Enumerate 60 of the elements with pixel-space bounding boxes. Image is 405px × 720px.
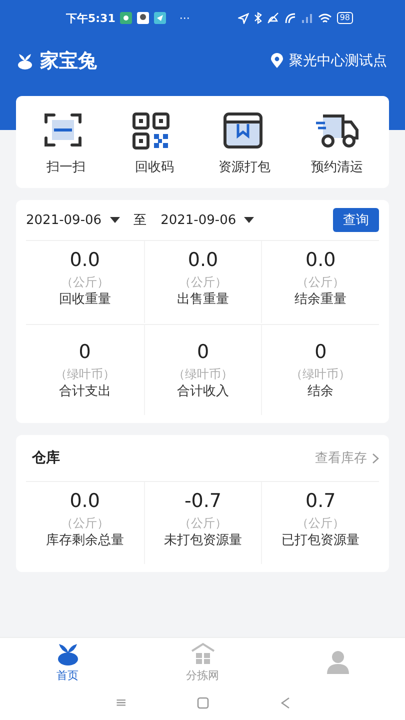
home-key-icon: [197, 697, 210, 709]
query-button[interactable]: 查询: [333, 208, 379, 232]
date-dropdown[interactable]: 2021-09-06: [160, 212, 254, 228]
stat-unit: （公斤）: [60, 515, 109, 532]
sprout-logo-icon: [16, 52, 34, 70]
status-more: ···: [179, 12, 190, 24]
signal-icon: [300, 13, 313, 23]
shortcut-button[interactable]: 资源打包: [218, 110, 271, 176]
stat-unit: （公斤）: [296, 274, 345, 291]
stat-label: 结余重量: [294, 291, 347, 309]
dropdown-caret-icon: [110, 217, 120, 223]
app-title: 家宝兔: [40, 49, 97, 74]
stat-value: 0.0: [70, 489, 100, 514]
sprout-icon: [56, 642, 80, 666]
date-separator: 至: [134, 212, 147, 229]
stat-label: 回收重量: [58, 291, 111, 309]
stat-unit: （公斤）: [178, 515, 227, 532]
stat-unit: （绿叶币）: [54, 366, 115, 383]
stat-unit: （绿叶币）: [290, 366, 351, 383]
bluetooth-icon: [254, 12, 262, 24]
back-key-icon: [280, 697, 290, 709]
location-icon: [238, 12, 249, 24]
stat-label: 结余: [308, 383, 334, 401]
date-dropdown[interactable]: 2021-09-06: [26, 212, 120, 228]
notification-icon: [137, 12, 150, 24]
stat-label: 未打包资源量: [164, 532, 242, 550]
stat-value: 0.0: [188, 248, 218, 273]
stat-value: -0.7: [184, 489, 222, 514]
location-text[interactable]: 聚光中心测试点: [289, 52, 387, 70]
notification-icon: [154, 12, 166, 24]
stat-label: 合计支出: [58, 383, 111, 401]
stat-label: 出售重量: [176, 291, 229, 309]
shortcut-button[interactable]: 预约清运: [310, 110, 363, 176]
status-time: 下午5:31: [66, 10, 116, 26]
warehouse-icon: [190, 642, 214, 666]
person-icon: [326, 650, 350, 674]
shortcut-button[interactable]: 回收码: [130, 110, 178, 176]
battery-indicator: 98: [336, 12, 353, 24]
stat-value: 0: [196, 340, 210, 365]
stat-value: 0: [314, 340, 327, 365]
stat-value: 0.0: [306, 248, 336, 273]
notification-icon: [120, 12, 132, 24]
stat-value: 0.0: [70, 248, 100, 273]
section-title: 仓库: [31, 449, 60, 467]
stat-label: 已打包资源量: [282, 532, 360, 550]
wifi-icon: [318, 12, 332, 24]
stat-unit: （公斤）: [60, 274, 109, 291]
stat-value: 0.7: [306, 489, 336, 514]
location-pin-icon: [271, 53, 283, 69]
stat-unit: （公斤）: [296, 515, 345, 532]
tab-bar-item[interactable]: 首页: [0, 638, 135, 686]
dropdown-caret-icon: [244, 217, 254, 223]
stat-label: 库存剩余总量: [46, 532, 124, 550]
shortcut-button[interactable]: 扫一扫: [42, 110, 90, 176]
stat-label: 合计收入: [176, 383, 229, 401]
stat-unit: （绿叶币）: [172, 366, 233, 383]
stat-value: 0: [78, 340, 91, 365]
chevron-right-icon: [372, 452, 379, 464]
stat-unit: （公斤）: [178, 274, 227, 291]
signal-icon: [284, 12, 296, 24]
